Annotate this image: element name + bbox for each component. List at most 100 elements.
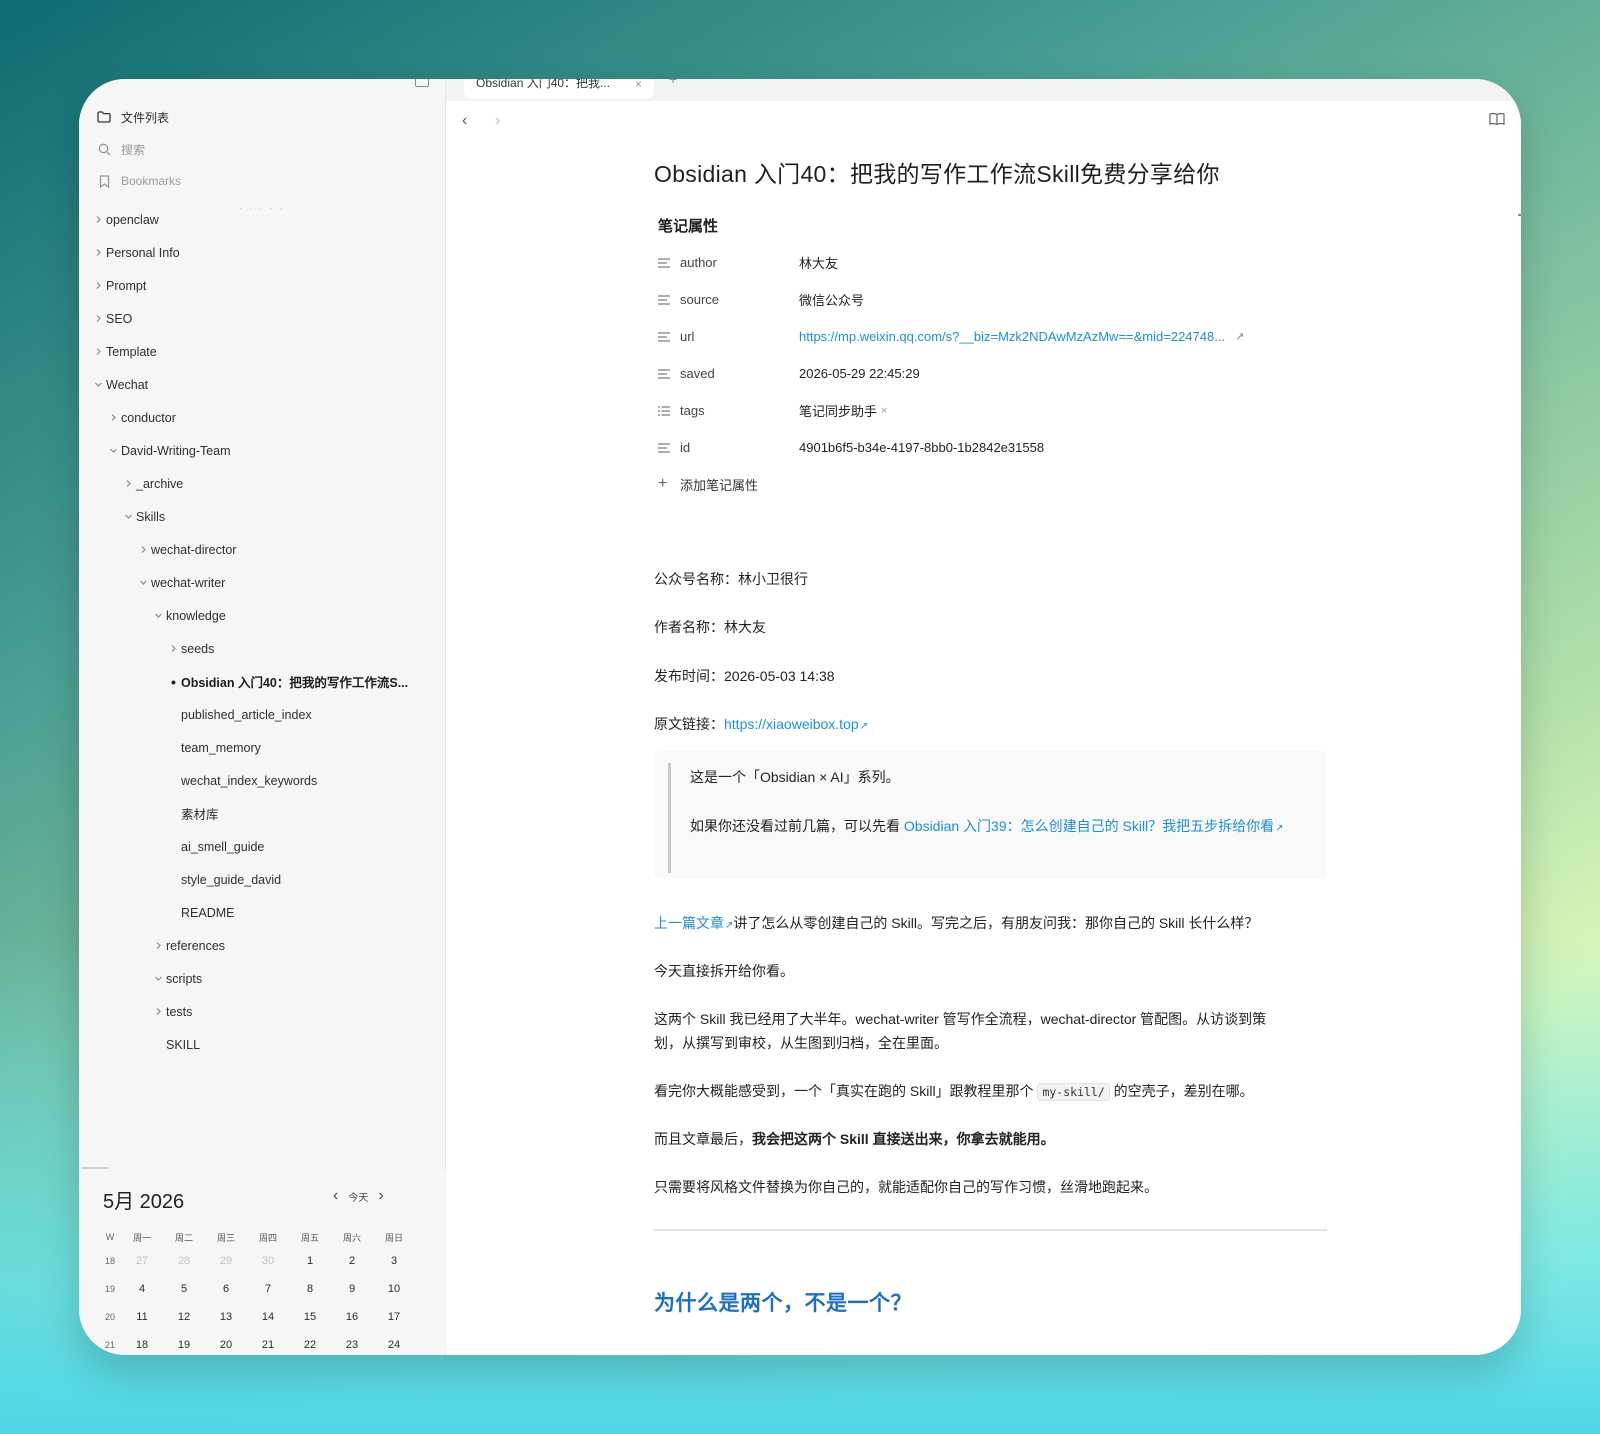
tree-file-item[interactable]: style_guide_david: [166, 863, 281, 896]
text-lines-icon[interactable]: [658, 368, 680, 379]
tree-file-item[interactable]: ai_smell_guide: [166, 830, 264, 863]
calendar-day[interactable]: 6: [205, 1283, 247, 1295]
property-row-url[interactable]: url https://mp.weixin.qq.com/s?__biz=Mzk2…: [658, 318, 1334, 355]
property-key[interactable]: url: [680, 329, 799, 344]
property-value-link[interactable]: https://mp.weixin.qq.com/s?__biz=Mzk2NDA…: [799, 329, 1225, 344]
chevron-right-icon[interactable]: [91, 248, 106, 257]
calendar-day[interactable]: 1: [289, 1255, 331, 1267]
chevron-right-icon[interactable]: [151, 1007, 166, 1016]
tree-file-item[interactable]: README: [166, 896, 234, 929]
note-title[interactable]: Obsidian 入门40：把我的写作工作流Skill免费分享给你: [654, 155, 1334, 189]
calendar-day[interactable]: 24: [373, 1339, 415, 1351]
calendar-day[interactable]: 7: [247, 1283, 289, 1295]
property-value[interactable]: 笔记同步助手: [799, 401, 877, 420]
property-value[interactable]: 林大友: [799, 253, 838, 272]
nav-search[interactable]: 搜索: [95, 133, 181, 165]
calendar-day[interactable]: 8: [289, 1283, 331, 1295]
forward-arrow-icon[interactable]: ›: [495, 112, 500, 130]
tree-folder-item[interactable]: seeds: [166, 632, 214, 665]
new-tab-button[interactable]: +: [669, 79, 677, 87]
calendar-day[interactable]: 13: [205, 1311, 247, 1323]
property-value[interactable]: 2026-05-29 22:45:29: [799, 366, 920, 381]
calendar-day[interactable]: 9: [331, 1283, 373, 1295]
chevron-down-icon[interactable]: [121, 512, 136, 521]
property-value[interactable]: 微信公众号: [799, 290, 864, 309]
calendar-day[interactable]: 22: [289, 1339, 331, 1351]
section-heading[interactable]: 为什么是两个，不是一个？: [654, 1292, 912, 1316]
calendar-day[interactable]: 21: [247, 1339, 289, 1351]
list-icon[interactable]: [658, 405, 680, 416]
chevron-right-icon[interactable]: [166, 644, 181, 653]
text-lines-icon[interactable]: [658, 257, 680, 268]
tree-file-item[interactable]: 素材库: [166, 797, 219, 830]
property-row-id[interactable]: id 4901b6f5-b34e-4197-8bb0-1b2842e31558: [658, 429, 1334, 466]
nav-bookmarks[interactable]: Bookmarks: [95, 165, 181, 197]
property-row-tags[interactable]: tags 笔记同步助手 ×: [658, 392, 1334, 429]
scrollbar-thumb[interactable]: [81, 1167, 109, 1169]
tree-file-item[interactable]: team_memory: [166, 731, 261, 764]
remove-tag-icon[interactable]: ×: [881, 405, 887, 417]
calendar-day[interactable]: 5: [163, 1283, 205, 1295]
week-number[interactable]: 18: [99, 1256, 121, 1266]
tree-folder-item[interactable]: Wechat: [91, 368, 148, 401]
chevron-right-icon[interactable]: [121, 479, 136, 488]
week-number[interactable]: 20: [99, 1312, 121, 1322]
calendar-day[interactable]: 11: [121, 1311, 163, 1323]
property-row-saved[interactable]: saved 2026-05-29 22:45:29: [658, 355, 1334, 392]
tree-file-item[interactable]: SKILL: [151, 1028, 200, 1061]
calendar-day[interactable]: 27: [121, 1255, 163, 1267]
tree-folder-item[interactable]: David-Writing-Team: [106, 434, 231, 467]
tree-folder-item[interactable]: Personal Info: [91, 236, 180, 269]
tab-active-note[interactable]: Obsidian 入门40：把我... ×: [464, 79, 654, 99]
tree-folder-item[interactable]: conductor: [106, 401, 176, 434]
calendar-day[interactable]: 23: [331, 1339, 373, 1351]
property-key[interactable]: tags: [680, 403, 799, 418]
property-key[interactable]: id: [680, 440, 799, 455]
tree-folder-item[interactable]: references: [151, 929, 225, 962]
tree-folder-item[interactable]: wechat-director: [136, 533, 236, 566]
tree-folder-item[interactable]: openclaw: [91, 203, 159, 236]
text-lines-icon[interactable]: [658, 294, 680, 305]
calendar-day[interactable]: 10: [373, 1283, 415, 1295]
calendar-day[interactable]: 16: [331, 1311, 373, 1323]
sidebar-scrollbar[interactable]: [79, 1167, 446, 1169]
property-key[interactable]: saved: [680, 366, 799, 381]
today-button[interactable]: 今天: [348, 1189, 368, 1204]
tree-folder-item[interactable]: Prompt: [91, 269, 146, 302]
reading-view-icon[interactable]: [1489, 112, 1505, 131]
week-number[interactable]: 21: [99, 1340, 121, 1350]
tree-file-item[interactable]: wechat_index_keywords: [166, 764, 317, 797]
week-number[interactable]: 19: [99, 1284, 121, 1294]
tree-folder-item[interactable]: knowledge: [151, 599, 226, 632]
calendar-day[interactable]: 14: [247, 1311, 289, 1323]
property-row-author[interactable]: author 林大友: [658, 244, 1334, 281]
tree-folder-item[interactable]: tests: [151, 995, 192, 1028]
tree-folder-item[interactable]: SEO: [91, 302, 132, 335]
properties-heading[interactable]: 笔记属性: [658, 215, 1334, 236]
tree-folder-item[interactable]: _archive: [121, 467, 183, 500]
previous-article-link[interactable]: 上一篇文章: [654, 915, 724, 931]
tree-folder-item[interactable]: scripts: [151, 962, 202, 995]
text-lines-icon[interactable]: [658, 442, 680, 453]
calendar-day[interactable]: 20: [205, 1339, 247, 1351]
calendar-day[interactable]: 29: [205, 1255, 247, 1267]
text-lines-icon[interactable]: [658, 331, 680, 342]
property-row-source[interactable]: source 微信公众号: [658, 281, 1334, 318]
chevron-right-icon[interactable]: [91, 314, 106, 323]
calendar-day[interactable]: 4: [121, 1283, 163, 1295]
chevron-down-icon[interactable]: [136, 578, 151, 587]
calendar-day[interactable]: 30: [247, 1255, 289, 1267]
calendar-day[interactable]: 19: [163, 1339, 205, 1351]
calendar-day[interactable]: 17: [373, 1311, 415, 1323]
calendar-day[interactable]: 28: [163, 1255, 205, 1267]
chevron-right-icon[interactable]: [106, 413, 121, 422]
property-key[interactable]: author: [680, 255, 799, 270]
tab-close-icon[interactable]: ×: [635, 79, 642, 91]
chevron-right-icon[interactable]: [136, 545, 151, 554]
next-month-icon[interactable]: ›: [378, 1187, 383, 1205]
calendar-day[interactable]: 18: [121, 1339, 163, 1351]
prev-article-link[interactable]: Obsidian 入门39：怎么创建自己的 Skill？我把五步拆给你看: [904, 818, 1274, 834]
tree-file-item[interactable]: • Obsidian 入门40：把我的写作工作流S...: [166, 665, 408, 698]
sidebar-toggle-icon[interactable]: [415, 79, 429, 87]
tree-file-item[interactable]: published_article_index: [166, 698, 312, 731]
